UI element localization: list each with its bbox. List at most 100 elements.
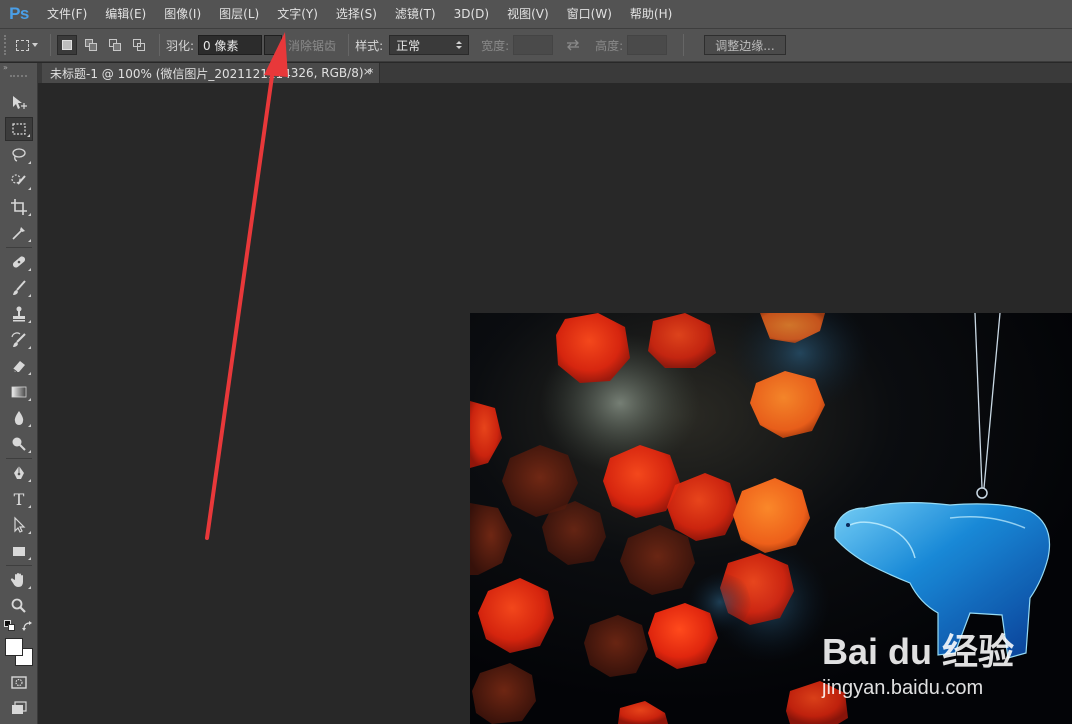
width-input[interactable] [513,35,554,55]
tool-rectangle-shape[interactable] [5,539,33,563]
menu-image[interactable]: 图像(I) [155,0,210,28]
tool-eraser[interactable] [5,354,33,378]
height-input[interactable] [627,35,668,55]
flyout-indicator [28,398,31,401]
add-to-selection-button[interactable] [81,35,101,55]
subtract-from-selection-button[interactable] [105,35,125,55]
menu-type[interactable]: 文字(Y) [268,0,327,28]
tool-gradient[interactable] [5,380,33,404]
pen-icon [14,466,24,479]
tool-zoom[interactable] [5,594,33,618]
tool-path-select[interactable] [5,513,33,537]
tool-crop[interactable] [5,195,33,219]
tool-healing-brush[interactable] [5,250,33,274]
tool-preset-picker[interactable] [10,34,44,56]
new-selection-icon [62,40,72,50]
menu-filter[interactable]: 滤镜(T) [386,0,445,28]
rectangle-shape-icon [13,547,25,556]
menu-edit[interactable]: 编辑(E) [96,0,155,28]
menu-window[interactable]: 窗口(W) [558,0,621,28]
foreground-color-swatch[interactable] [5,638,23,656]
subtract-selection-icon [109,39,121,51]
tool-dodge[interactable] [5,432,33,456]
style-label: 样式: [355,38,384,53]
default-colors-icon[interactable] [4,620,16,632]
toolbox-collapse-button[interactable]: » [0,63,37,73]
watermark-brand: Bai du 经验 [822,631,1014,672]
tool-move[interactable] [5,91,33,115]
refine-edge-button[interactable]: 调整边缘... [704,35,786,55]
path-select-icon [14,516,26,533]
blur-icon [14,411,24,425]
crop-icon [11,199,27,215]
tool-brush[interactable] [5,276,33,300]
divider [6,458,32,459]
flyout-indicator [27,134,30,137]
options-bar: 羽化: 0 像素 消除锯齿 样式: 正常 宽度: 高度: 调整边缘... [0,28,1072,62]
tool-type[interactable]: T [5,487,33,511]
quick-mask-button[interactable] [5,670,33,694]
healing-brush-icon [12,256,26,268]
flyout-indicator [28,268,31,271]
flyout-indicator [28,187,31,190]
canvas-area[interactable]: Bai du 经验 jingyan.baidu.com [39,83,1072,724]
menu-file[interactable]: 文件(F) [38,0,96,28]
tool-blur[interactable] [5,406,33,430]
flyout-indicator [28,479,31,482]
document-tab-bar: 未标题-1 @ 100% (微信图片_2021121114 326, RGB/8)… [38,63,1072,83]
history-brush-icon [11,332,26,347]
divider [6,247,32,248]
new-selection-button[interactable] [57,35,77,55]
tool-hand[interactable] [5,568,33,592]
menu-help[interactable]: 帮助(H) [621,0,681,28]
flyout-indicator [28,586,31,589]
toolbox-grip[interactable] [10,75,27,83]
toolbox: » T [0,63,38,724]
eyedropper-icon [12,227,25,240]
chevron-down-icon [32,43,38,47]
dodge-icon [12,437,26,451]
flyout-indicator [28,346,31,349]
feather-input[interactable]: 0 像素 [198,35,263,55]
rect-marquee-icon [12,123,26,135]
swap-colors-icon[interactable] [22,620,34,632]
flyout-indicator [28,320,31,323]
menu-select[interactable]: 选择(S) [327,0,386,28]
style-select[interactable]: 正常 [389,35,470,55]
tool-quick-select[interactable] [5,169,33,193]
menu-view[interactable]: 视图(V) [498,0,558,28]
zoom-icon [11,598,26,613]
flyout-indicator [28,161,31,164]
photoshop-logo: Ps [9,4,29,23]
antialias-label[interactable]: 消除锯齿 [288,37,336,54]
document-image[interactable]: Bai du 经验 jingyan.baidu.com [470,313,1072,724]
updown-icon [456,41,463,49]
quick-select-icon [11,174,26,185]
close-icon[interactable]: × [363,65,372,78]
swap-icon[interactable] [565,39,581,51]
menu-3d[interactable]: 3D(D) [445,0,498,28]
document-tab[interactable]: 未标题-1 @ 100% (微信图片_2021121114 326, RGB/8)… [42,63,380,83]
menu-layer[interactable]: 图层(L) [210,0,268,28]
tool-pen[interactable] [5,461,33,485]
intersect-selection-button[interactable] [129,35,149,55]
divider [6,565,32,566]
move-icon [13,96,27,109]
tool-eyedropper[interactable] [5,221,33,245]
screen-mode-button[interactable] [5,696,33,720]
tool-rect-marquee[interactable] [5,117,33,141]
feather-label: 羽化: [166,38,195,53]
intersect-selection-icon [133,39,145,51]
flyout-indicator [28,213,31,216]
screen-mode-icon [12,701,27,714]
flyout-indicator [28,557,31,560]
divider [348,34,350,56]
tool-history-brush[interactable] [5,328,33,352]
menu-bar: Ps 文件(F) 编辑(E) 图像(I) 图层(L) 文字(Y) 选择(S) 滤… [0,0,1072,28]
divider [50,34,51,56]
document-tab-title-tail: 326, RGB/8) * [290,66,374,80]
tool-lasso[interactable] [5,143,33,167]
tool-clone-stamp[interactable] [5,302,33,326]
width-label: 宽度: [481,38,510,53]
flyout-indicator [28,505,31,508]
